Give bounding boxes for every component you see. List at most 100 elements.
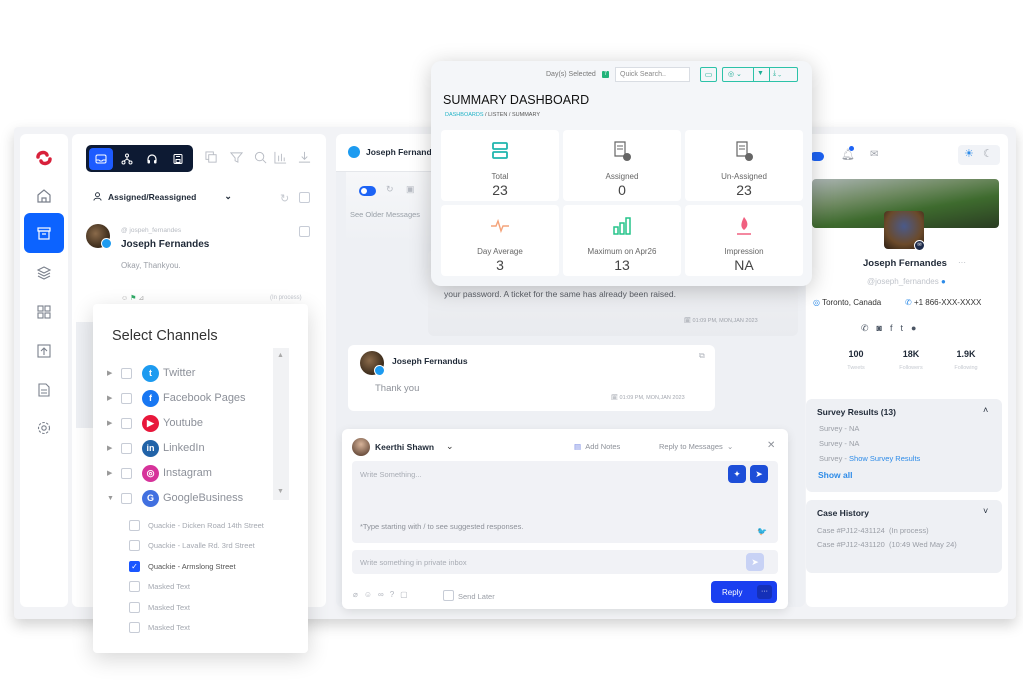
save-icon[interactable]: ▣ <box>406 184 415 195</box>
location-checkbox[interactable] <box>129 622 140 633</box>
caret-right-icon[interactable]: ▶ <box>107 419 113 427</box>
channel-row[interactable]: ▼ G GoogleBusiness <box>107 489 243 507</box>
breadcrumb-listen[interactable]: LISTEN <box>488 112 507 118</box>
caret-right-icon[interactable]: ▶ <box>107 369 113 377</box>
app-logo[interactable] <box>34 148 54 168</box>
search-button[interactable] <box>254 151 268 165</box>
refresh-icon[interactable]: ↻ <box>386 184 394 195</box>
stat-card[interactable]: Un-Assigned 23 <box>685 130 803 201</box>
link-icon[interactable]: ∞ <box>378 590 390 599</box>
mode-inbox[interactable] <box>89 147 113 170</box>
stat-card[interactable]: Impression NA <box>685 205 803 276</box>
mode-support[interactable] <box>141 148 165 170</box>
phone-call-icon[interactable]: ✆ <box>861 323 877 333</box>
sidebar-item-settings[interactable] <box>24 408 64 448</box>
conversation-name[interactable]: Joseph Fernandes <box>121 239 209 250</box>
channel-checkbox[interactable] <box>121 417 132 429</box>
add-notes-button[interactable]: ▤ Add Notes <box>574 442 620 451</box>
twitter-icon[interactable]: t <box>901 323 912 333</box>
channel-row[interactable]: ▶ ◎ Instagram <box>107 464 212 482</box>
mode-hierarchy[interactable] <box>115 148 139 170</box>
mail-icon[interactable]: ✉ <box>870 149 878 160</box>
conversation-checkbox[interactable] <box>299 226 310 237</box>
sidebar-item-grid[interactable] <box>24 292 64 332</box>
channel-checkbox[interactable] <box>121 392 132 404</box>
send-icon[interactable]: ➤ <box>750 465 768 483</box>
location-row[interactable]: Masked Text <box>129 600 190 614</box>
location-row[interactable]: Masked Text <box>129 621 190 635</box>
channel-checkbox[interactable] <box>121 367 132 379</box>
channel-row[interactable]: ▶ ▶ Youtube <box>107 414 203 432</box>
caret-right-icon[interactable]: ▶ <box>107 469 113 477</box>
scroll-up-icon[interactable]: ▲ <box>277 352 284 359</box>
send-later-checkbox[interactable] <box>443 590 454 601</box>
channel-checkbox[interactable] <box>121 442 132 454</box>
channels-scrollbar[interactable]: ▲ ▼ <box>273 348 289 500</box>
scroll-down-icon[interactable]: ▼ <box>277 488 284 495</box>
channel-checkbox[interactable] <box>121 492 132 504</box>
stat-card[interactable]: Maximum on Apr26 13 <box>563 205 681 276</box>
caret-right-icon[interactable]: ▶ <box>107 394 113 402</box>
stat-card[interactable]: Assigned 0 <box>563 130 681 201</box>
show-survey-results-link[interactable]: Show Survey Results <box>849 454 920 463</box>
more-options-icon[interactable]: ··· <box>958 258 966 267</box>
copy-button[interactable] <box>205 151 219 165</box>
case-history-row[interactable]: Case #PJ12-431124 (In process) <box>817 526 929 535</box>
see-older-messages-link[interactable]: See Older Messages <box>350 210 420 219</box>
analytics-button[interactable] <box>274 151 288 165</box>
location-row[interactable]: Masked Text <box>129 580 190 594</box>
agent-dropdown-chevron-icon[interactable]: ⌄ <box>446 441 454 452</box>
template-icon[interactable]: ▢ <box>400 590 414 599</box>
expand-chevron-down-icon[interactable]: ˅ <box>983 506 988 516</box>
channel-row[interactable]: ▶ f Facebook Pages <box>107 389 246 407</box>
sidebar-item-archive[interactable] <box>24 213 64 253</box>
breadcrumb-dashboards[interactable]: DASHBOARDS <box>445 112 484 118</box>
sidebar-item-publish[interactable] <box>24 331 64 371</box>
sidebar-item-layers[interactable] <box>24 253 64 293</box>
show-all-link[interactable]: Show all <box>818 470 852 480</box>
sidebar-item-home[interactable] <box>24 176 64 216</box>
download-menu-button[interactable]: ⤓ ⌄ <box>773 70 781 78</box>
location-row[interactable]: Quackie - Dicken Road 14th Street <box>129 518 264 532</box>
stat-card[interactable]: Day Average 3 <box>441 205 559 276</box>
location-checkbox[interactable] <box>129 540 140 551</box>
filter-button[interactable] <box>229 151 244 165</box>
channel-row[interactable]: ▶ in LinkedIn <box>107 439 205 457</box>
emoji-icon[interactable]: ☺ <box>364 590 378 599</box>
location-checkbox[interactable] <box>129 581 140 592</box>
case-history-row[interactable]: Case #PJ12-431120 (10:49 Wed May 24) <box>817 540 957 549</box>
reply-more-button[interactable]: ··· <box>757 585 772 599</box>
caret-down-icon[interactable]: ▼ <box>107 495 114 502</box>
caret-right-icon[interactable]: ▶ <box>107 444 113 452</box>
download-button[interactable] <box>298 151 312 165</box>
assignment-filter[interactable]: Assigned/Reassigned ⌄ <box>93 191 232 202</box>
collapse-chevron-up-icon[interactable]: ˄ <box>983 405 988 415</box>
private-send-button[interactable]: ➤ <box>746 553 764 571</box>
email-icon[interactable]: ● <box>911 323 924 333</box>
channel-row[interactable]: ▶ t Twitter <box>107 364 195 382</box>
location-checkbox[interactable]: ✓ <box>129 560 140 572</box>
agent-name[interactable]: Keerthi Shawn <box>375 442 434 452</box>
facebook-icon[interactable]: f <box>890 323 901 333</box>
refresh-icon[interactable]: ↻ <box>280 192 289 205</box>
auto-refresh-toggle[interactable] <box>359 186 376 196</box>
attachment-icon[interactable]: ⌀ <box>353 590 364 599</box>
external-link-icon[interactable]: ⧉ <box>699 351 705 361</box>
status-toggle[interactable] <box>810 152 824 161</box>
mode-saved[interactable] <box>166 148 190 170</box>
magic-wand-button[interactable]: ✦ <box>728 465 746 483</box>
sun-icon[interactable]: ☀ <box>964 147 974 160</box>
location-filter-button[interactable]: ◎ ⌄ <box>728 70 742 78</box>
moon-icon[interactable]: ☾ <box>983 147 993 160</box>
select-all-checkbox[interactable] <box>299 192 310 203</box>
location-checkbox[interactable] <box>129 601 140 613</box>
location-row[interactable]: ✓ Quackie - Armslong Street <box>129 559 236 573</box>
funnel-filter-icon[interactable]: ▼ <box>757 70 764 77</box>
channel-checkbox[interactable] <box>121 467 132 479</box>
assign-icon[interactable]: ⊿ <box>138 295 144 302</box>
emoji-icon[interactable]: ☺ <box>121 295 128 302</box>
close-icon[interactable]: ✕ <box>767 440 775 451</box>
reply-button[interactable]: Reply <box>722 588 742 597</box>
sidebar-item-reports[interactable] <box>24 370 64 410</box>
reply-mode-select[interactable]: Reply to Messages ⌄ <box>659 442 733 451</box>
